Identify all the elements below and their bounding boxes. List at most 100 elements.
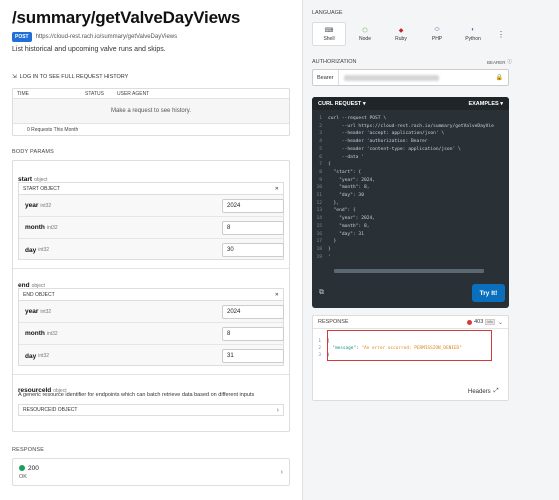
response-status-code: 403 — [474, 319, 484, 325]
code-line: 13 "end": { — [312, 207, 509, 215]
collapse-icon[interactable]: ✕ — [275, 292, 279, 298]
page-title: /summary/getValveDayViews — [12, 8, 241, 27]
response-status-code: 200 — [28, 464, 39, 472]
end-month-row: month int32 8 — [19, 323, 284, 345]
code-line: 17 } — [312, 238, 509, 246]
try-it-button[interactable]: Try It! — [472, 284, 505, 302]
code-panel: LANGUAGE ⌨ Shell ⬡ Node ◆ Ruby ⬭ PHP ◐ P… — [303, 0, 559, 500]
code-text: "year": 2024, — [328, 216, 376, 222]
line-number: 18 — [316, 246, 322, 252]
language-php[interactable]: ⬭ PHP — [420, 22, 454, 46]
status-info-tag: info — [485, 319, 495, 325]
history-header: TIME STATUS USER AGENT — [13, 89, 289, 99]
line-number: 2 — [318, 346, 321, 351]
collapse-icon[interactable]: ✕ — [275, 186, 279, 192]
info-icon: ⓘ — [507, 59, 513, 64]
examples-dropdown[interactable]: EXAMPLES ▾ — [468, 101, 503, 107]
endpoint-description: List historical and upcoming valve runs … — [12, 46, 166, 53]
body-params-form: start object START OBJECT ✕ year int32 202… — [12, 160, 290, 432]
terminal-icon: ⌨ — [324, 27, 334, 34]
lock-icon: 🔒 — [495, 75, 503, 81]
language-label: LANGUAGE — [312, 10, 343, 16]
end-day-row: day int32 31 — [19, 345, 284, 367]
expand-icon: ⤢ — [493, 388, 499, 394]
line-number: 11 — [316, 193, 322, 199]
end-month-input[interactable]: 8 — [222, 326, 284, 341]
chevron-right-icon: › — [276, 406, 279, 414]
response-status[interactable]: 403 info ⌄ — [467, 319, 503, 326]
chevron-right-icon: › — [280, 468, 283, 476]
line-number: 1 — [319, 116, 322, 121]
end-object-body: year int32 2024 month int32 8 day int32 31 — [18, 300, 284, 366]
history-col-status: STATUS — [85, 90, 104, 97]
line-number: 19 — [316, 254, 322, 260]
code-text: --url https://cloud-rest.rach.io/summary… — [328, 123, 494, 129]
end-year-input[interactable]: 2024 — [222, 304, 284, 319]
error-highlight-box — [327, 330, 492, 361]
copy-icon[interactable]: ⧉ — [319, 289, 324, 297]
code-text: --header 'content-type: application/json… — [328, 146, 461, 152]
start-day-row: day int32 30 — [19, 239, 284, 261]
line-number: 6 — [319, 154, 322, 160]
node-icon: ⬡ — [362, 27, 368, 34]
language-python[interactable]: ◐ Python — [456, 22, 490, 46]
param-divider — [13, 268, 289, 269]
end-day-input[interactable]: 31 — [222, 349, 284, 363]
line-number: 14 — [316, 216, 322, 222]
code-line: 10 "month": 8, — [312, 184, 509, 192]
line-number: 2 — [319, 123, 322, 129]
auth-prefix: Bearer — [313, 70, 339, 85]
start-object-body: year int32 2024 month int32 8 day int32 30 — [18, 194, 284, 260]
line-number: 13 — [316, 208, 322, 214]
start-year-input[interactable]: 2024 — [222, 198, 284, 213]
code-text: "end": { — [328, 208, 356, 214]
headers-link[interactable]: Headers ⤢ — [468, 388, 499, 395]
history-footer: 0 Requests This Month — [27, 126, 79, 133]
start-month-row: month int32 8 — [19, 217, 284, 239]
line-number: 16 — [316, 231, 322, 237]
start-day-input[interactable]: 30 — [222, 243, 284, 257]
response-200-item[interactable]: 200 OK › — [12, 458, 290, 486]
code-line: 12 }, — [312, 200, 509, 208]
code-text: curl --request POST \ — [328, 116, 387, 121]
python-icon: ◐ — [471, 27, 475, 33]
code-line: 6 --data ' — [312, 154, 509, 162]
language-picker: ⌨ Shell ⬡ Node ◆ Ruby ⬭ PHP ◐ Python — [312, 22, 492, 46]
request-history-table: TIME STATUS USER AGENT Make a request to… — [12, 88, 290, 136]
language-ruby[interactable]: ◆ Ruby — [384, 22, 418, 46]
code-text: "month": 8, — [328, 223, 370, 229]
redacted-token — [343, 74, 439, 81]
error-dot-icon — [467, 319, 473, 325]
endpoint-url-row: POST https://cloud-rest.rach.io/summary/… — [12, 32, 177, 42]
code-text: "day": 31 — [328, 231, 364, 237]
line-number: 12 — [316, 200, 322, 206]
language-node[interactable]: ⬡ Node — [348, 22, 382, 46]
response-panel-label: RESPONSE — [318, 319, 349, 325]
login-icon: ⇲ — [12, 74, 17, 80]
code-scrollbar[interactable] — [334, 269, 484, 273]
code-line: 15 "month": 8, — [312, 223, 509, 231]
auth-token-field[interactable]: Bearer 🔒 — [312, 69, 509, 86]
language-shell[interactable]: ⌨ Shell — [312, 22, 346, 46]
line-number: 9 — [319, 177, 322, 183]
line-number: 5 — [319, 146, 322, 152]
resource-object-header[interactable]: RESOURCEID OBJECT › — [18, 404, 284, 416]
endpoint-url: https://cloud-rest.rach.io/summary/getVa… — [35, 34, 178, 40]
code-line: 16 "day": 31 — [312, 231, 509, 239]
line-number: 1 — [318, 339, 321, 344]
start-month-input[interactable]: 8 — [222, 220, 284, 235]
method-badge: POST — [12, 32, 32, 42]
code-line: 1 curl --request POST \ — [312, 115, 509, 123]
curl-request-dropdown[interactable]: CURL REQUEST ▾ — [318, 101, 366, 107]
code-text: }, — [328, 200, 340, 206]
end-object-header[interactable]: END OBJECT ✕ — [18, 288, 284, 300]
start-object-header[interactable]: START OBJECT ✕ — [18, 182, 284, 194]
more-languages-icon[interactable]: ⋮ — [497, 30, 505, 39]
resource-description: A generic resource identifier for endpoi… — [18, 392, 255, 398]
line-number: 3 — [319, 131, 322, 137]
login-history-link[interactable]: ⇲ LOG IN TO SEE FULL REQUEST HISTORY — [12, 74, 128, 80]
success-dot-icon — [19, 465, 25, 471]
code-text: "day": 30 — [328, 193, 364, 199]
code-line: 7{ — [312, 161, 509, 169]
code-text: } — [328, 239, 337, 245]
